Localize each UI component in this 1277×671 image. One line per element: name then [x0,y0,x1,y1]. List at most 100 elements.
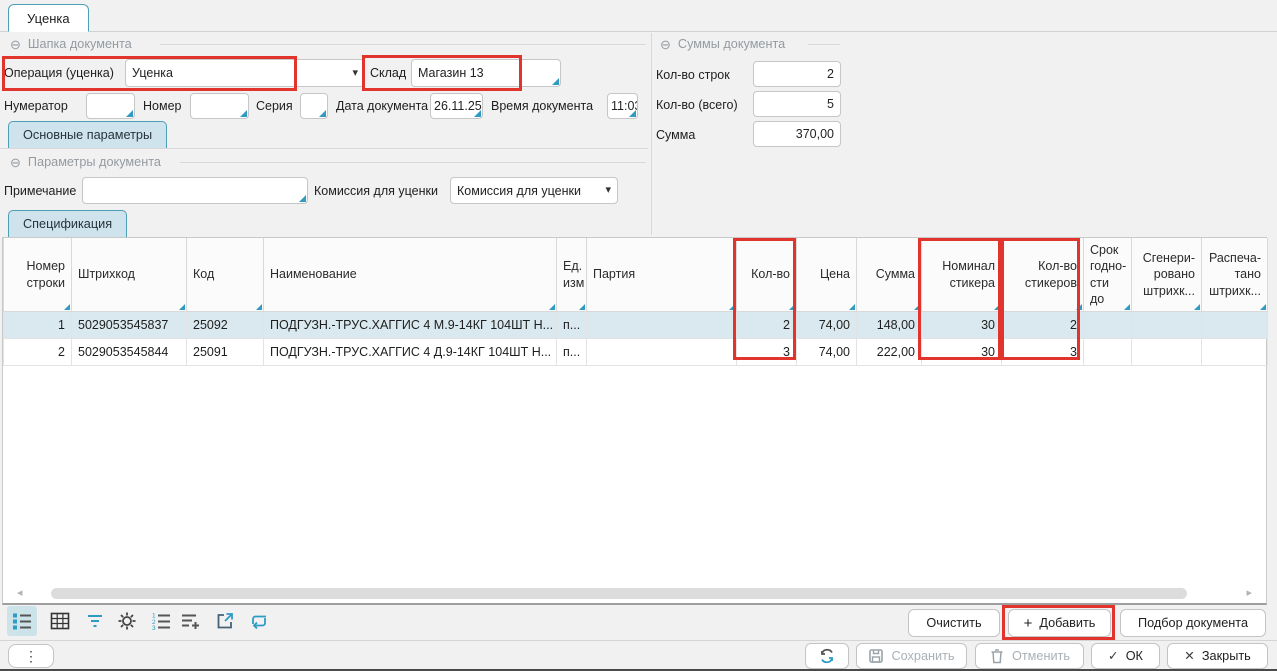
open-external-button[interactable] [210,606,240,636]
line-count-input[interactable]: 2 [753,61,841,87]
cell[interactable]: 5029053545837 [72,312,187,339]
settings-button[interactable] [112,606,142,636]
trash-icon [989,648,1005,664]
collapse-icon[interactable]: ⊖ [10,156,21,169]
repeat-button[interactable] [244,606,274,636]
col-header-unit[interactable]: Ед. изм [557,238,587,312]
cell[interactable]: 148,00 [857,312,922,339]
cell[interactable]: 3 [1002,339,1084,366]
add-list-icon [181,611,201,631]
doc-params-legend: ⊖ Параметры документа [10,155,161,169]
clear-button[interactable]: Очистить [908,609,1000,637]
cell[interactable]: 2 [4,339,72,366]
cell[interactable]: 1 [4,312,72,339]
col-header-name[interactable]: Наименование [264,238,557,312]
scrollbar-thumb[interactable] [51,588,1187,599]
refresh-button[interactable] [805,643,849,669]
note-input[interactable] [82,177,308,204]
doc-header-legend: ⊖ Шапка документа [10,37,132,51]
close-button[interactable]: ✕ Закрыть [1167,643,1268,669]
doc-sums-legend: ⊖ Суммы документа [660,37,785,51]
tab-ucenka[interactable]: Уценка [8,4,89,32]
grid-view-button[interactable] [45,606,75,636]
cell[interactable]: 74,00 [797,339,857,366]
scroll-right-icon[interactable]: ▸ [1246,588,1252,599]
numerator-input[interactable] [86,93,135,119]
col-header-sticker-count[interactable]: Кол-во стикеров [1002,238,1084,312]
refresh-icon [818,647,836,665]
col-header-code[interactable]: Код [187,238,264,312]
table-row[interactable]: 2 5029053545844 25091 ПОДГУЗН.-ТРУС.ХАГГ… [4,339,1268,366]
chevron-down-icon[interactable]: ▾ [605,185,611,196]
tab-main-params[interactable]: Основные параметры [8,121,167,148]
add-button[interactable]: + Добавить [1008,609,1111,637]
number-label: Номер [143,99,181,113]
line-count-label: Кол-во строк [656,68,730,82]
cell[interactable] [1202,339,1268,366]
cell[interactable] [587,312,737,339]
list-view-button[interactable] [7,606,37,636]
cell[interactable]: п... [557,339,587,366]
operation-combo[interactable]: Уценка ▾ [125,59,365,87]
warehouse-input[interactable]: Магазин 13 [411,59,561,87]
cell[interactable]: ПОДГУЗН.-ТРУС.ХАГГИС 4 Д.9-14КГ 104ШТ Н.… [264,339,557,366]
cell[interactable]: 5029053545844 [72,339,187,366]
series-input[interactable] [300,93,328,119]
filter-button[interactable] [80,606,110,636]
panel-divider [651,33,652,235]
add-row-list-button[interactable] [176,606,206,636]
collapse-icon[interactable]: ⊖ [10,38,21,51]
col-header-price[interactable]: Цена [797,238,857,312]
commission-value: Комиссия для уценки [457,184,581,198]
col-header-expiry[interactable]: Срок годно-сти до [1084,238,1132,312]
cell[interactable]: п... [557,312,587,339]
cell[interactable]: 30 [922,339,1002,366]
qty-total-input[interactable]: 5 [753,91,841,117]
commission-select[interactable]: Комиссия для уценки ▾ [450,177,618,204]
sum-input[interactable]: 370,00 [753,121,841,147]
legend-line [808,44,840,45]
col-header-barcode-printed[interactable]: Распеча-тано штрихк... [1202,238,1268,312]
doc-time-input[interactable]: 11:03 [607,93,638,119]
document-pick-button[interactable]: Подбор документа [1120,609,1266,637]
save-button[interactable]: Сохранить [856,643,967,669]
table-row[interactable]: 1 5029053545837 25092 ПОДГУЗН.-ТРУС.ХАГГ… [4,312,1268,339]
cell[interactable]: 30 [922,312,1002,339]
cancel-button[interactable]: Отменить [975,643,1084,669]
doc-date-input[interactable]: 26.11.25 [430,93,483,119]
col-header-qty[interactable]: Кол-во [737,238,797,312]
list-view-icon [12,611,32,631]
cell[interactable]: 2 [1002,312,1084,339]
cell[interactable]: 25092 [187,312,264,339]
col-header-sum[interactable]: Сумма [857,238,922,312]
chevron-down-icon[interactable]: ▾ [352,68,358,79]
cell[interactable]: 3 [737,339,797,366]
col-header-batch[interactable]: Партия [587,238,737,312]
cell[interactable] [1132,339,1202,366]
col-header-barcode[interactable]: Штрихкод [72,238,187,312]
ok-button[interactable]: ✓ ОК [1091,643,1160,669]
cell[interactable]: ПОДГУЗН.-ТРУС.ХАГГИС 4 М.9-14КГ 104ШТ Н.… [264,312,557,339]
scroll-left-icon[interactable]: ◂ [17,588,23,599]
cell[interactable]: 222,00 [857,339,922,366]
numbered-list-button[interactable]: 1 2 3 [146,606,176,636]
more-options-button[interactable]: ⋮ [8,644,54,668]
number-input[interactable] [190,93,249,119]
tab-specification[interactable]: Спецификация [8,210,127,237]
cell[interactable]: 74,00 [797,312,857,339]
col-header-line-number[interactable]: Номер строки [4,238,72,312]
cell[interactable]: 2 [737,312,797,339]
cell[interactable] [587,339,737,366]
cell[interactable] [1084,312,1132,339]
sum-label: Сумма [656,128,695,142]
collapse-icon[interactable]: ⊖ [660,38,671,51]
cell[interactable] [1084,339,1132,366]
cell[interactable]: 25091 [187,339,264,366]
col-header-barcode-generated[interactable]: Сгенери-ровано штрихк... [1132,238,1202,312]
cell[interactable] [1132,312,1202,339]
qty-total-label: Кол-во (всего) [656,98,738,112]
cell[interactable] [1202,312,1268,339]
col-header-sticker-nominal[interactable]: Номинал стикера [922,238,1002,312]
footer-divider [0,640,1277,641]
horizontal-scrollbar[interactable]: ◂ ▸ [7,587,1262,600]
